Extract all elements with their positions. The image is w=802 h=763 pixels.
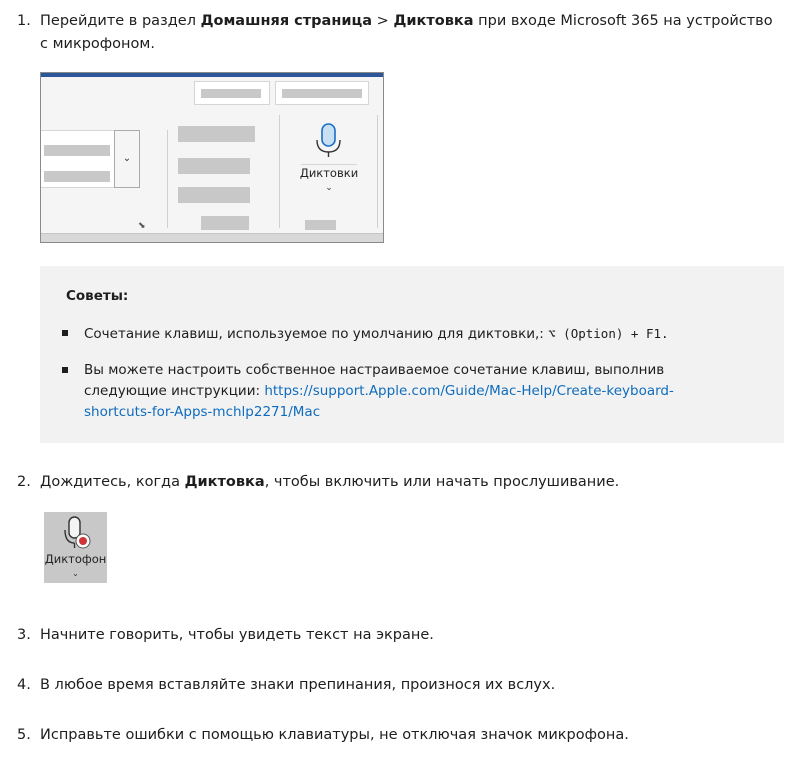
ribbon-placeholder xyxy=(178,158,250,174)
step-text: В любое время вставляйте знаки препинани… xyxy=(40,677,556,693)
tips-box: Советы: Сочетание клавиш, используемое п… xyxy=(40,266,784,443)
dialog-launcher-icon: ⬊ xyxy=(138,221,146,231)
shortcut-keys: ⌥ (Option) + F1. xyxy=(548,326,669,341)
microphone-recording-icon xyxy=(64,516,91,549)
step-number: 2. xyxy=(17,474,31,490)
step-text: Дождитесь, когда Диктовка, чтобы включит… xyxy=(40,474,620,490)
step-number: 1. xyxy=(17,13,31,29)
ribbon-placeholder xyxy=(178,126,255,142)
ribbon-bottom-bar xyxy=(41,233,383,242)
step-text: Исправьте ошибки с помощью клавиатуры, н… xyxy=(40,727,629,743)
ribbon-placeholder xyxy=(305,220,336,230)
toolbar-box xyxy=(275,81,369,105)
ribbon-title-bar xyxy=(41,73,383,77)
chevron-down-icon: ⌄ xyxy=(72,569,79,578)
step-number: 3. xyxy=(17,627,31,643)
home-tab-label: Домашняя страница xyxy=(200,13,373,29)
ribbon-screenshot: ⌄ Диктовки ⌄ ⬊ xyxy=(40,72,384,243)
dictaphone-button: Диктофон ⌄ xyxy=(44,512,107,583)
search-box xyxy=(194,81,270,105)
step-number: 4. xyxy=(17,677,31,693)
bullet-icon xyxy=(62,330,68,336)
font-dropdown-button: ⌄ xyxy=(114,130,140,188)
dictate-label: Диктовка xyxy=(184,474,265,490)
step-text: Перейдите в раздел Домашняя страница > Д… xyxy=(40,13,773,52)
tip-item-custom-shortcut: Вы можете настроить собственное настраив… xyxy=(84,362,674,420)
step-text: Начните говорить, чтобы увидеть текст на… xyxy=(40,627,434,643)
font-box xyxy=(41,130,115,188)
tip-item-shortcut: Сочетание клавиш, используемое по умолча… xyxy=(84,326,669,342)
tips-title: Советы: xyxy=(66,288,129,304)
dictate-button-label: Диктовки xyxy=(299,166,359,180)
chevron-down-icon: ⌄ xyxy=(325,183,333,193)
dictaphone-label: Диктофон xyxy=(44,552,107,566)
microphone-icon xyxy=(316,123,341,157)
step-number: 5. xyxy=(17,727,31,743)
dictate-label: Диктовка xyxy=(393,13,474,29)
ribbon-placeholder xyxy=(178,187,250,203)
ribbon-placeholder xyxy=(201,216,249,230)
bullet-icon xyxy=(62,367,68,373)
